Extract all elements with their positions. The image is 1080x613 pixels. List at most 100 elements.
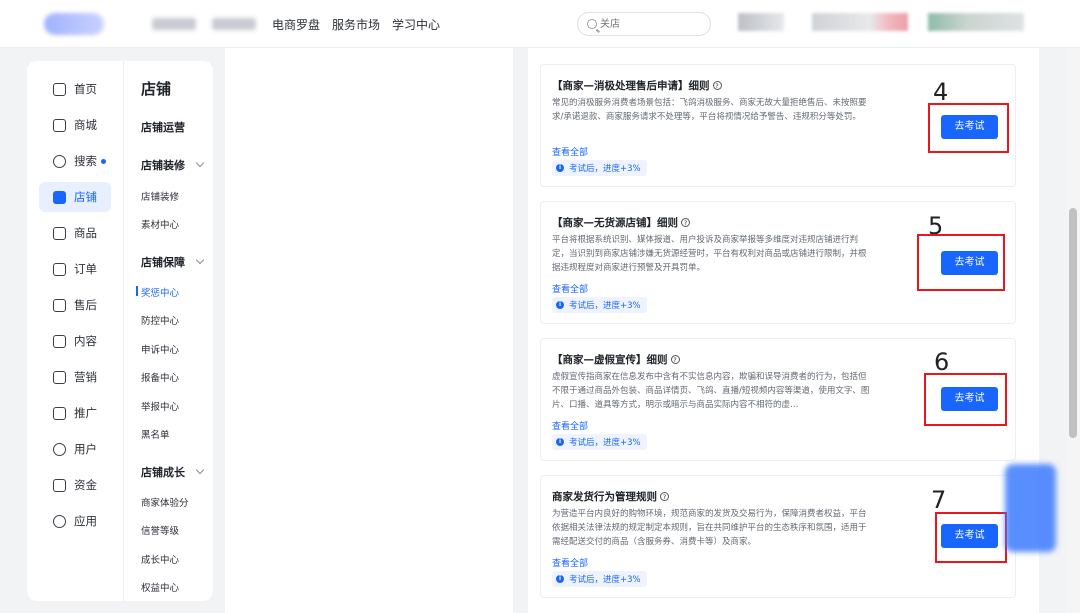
card-description: 为营造平台内良好的购物环境，规范商家的发货及交易行为，保障消费者权益，平台依据相… — [552, 509, 867, 547]
blurred-nav-link[interactable] — [212, 18, 256, 30]
subnav-item-appeal[interactable]: 申诉中心 — [141, 342, 179, 356]
sidebar-item-label: 推广 — [74, 406, 97, 420]
subnav-item-filing[interactable]: 报备中心 — [141, 370, 179, 384]
notification-dot — [101, 158, 106, 164]
take-exam-button[interactable]: 去考试 — [941, 387, 998, 411]
promotion-icon — [53, 406, 66, 420]
sidebar-item-label: 营销 — [74, 370, 97, 384]
take-exam-button[interactable]: 去考试 — [941, 524, 998, 548]
sidebar-item-shop[interactable]: 店铺 — [39, 182, 111, 212]
card-title: 商家发货行为管理规则? — [552, 489, 669, 504]
sidebar-item-label: 售后 — [74, 298, 97, 312]
subnav-item-risk-control[interactable]: 防控中心 — [141, 313, 179, 327]
sidebar-item-content[interactable]: 内容 — [39, 326, 111, 356]
chevron-down-icon — [195, 255, 205, 265]
marketing-icon — [53, 370, 66, 384]
top-navbar: 电商罗盘 服务市场 学习中心 — [0, 0, 1080, 48]
sidebar-item-label: 内容 — [74, 334, 97, 348]
sidebar-item-product[interactable]: 商品 — [39, 218, 111, 248]
take-exam-button[interactable]: 去考试 — [941, 251, 998, 275]
subnav-item-reward-penalty[interactable]: 奖惩中心 — [141, 285, 179, 299]
subnav-item-shop-decoration[interactable]: 店铺装修 — [141, 189, 179, 203]
sidebar-item-order[interactable]: 订单 — [39, 254, 111, 284]
help-icon[interactable]: ? — [712, 81, 722, 90]
sidebar-item-label: 资金 — [74, 478, 97, 492]
product-icon — [53, 226, 66, 240]
home-icon — [53, 82, 66, 96]
subnav-group-shop-decoration[interactable]: 店铺装修 — [141, 157, 205, 173]
subnav-item-blacklist[interactable]: 黑名单 — [141, 427, 170, 441]
sidebar-item-promotion[interactable]: 推广 — [39, 398, 111, 428]
active-indicator — [136, 286, 138, 296]
nav-link-compass[interactable]: 电商罗盘 — [272, 16, 320, 33]
blurred-nav-link[interactable] — [152, 18, 196, 30]
info-icon: i — [556, 301, 564, 309]
sidebar-item-label: 用户 — [74, 442, 97, 456]
blank-panel — [225, 48, 513, 613]
funds-icon — [53, 478, 66, 492]
sidebar-item-label: 商城 — [74, 118, 97, 132]
subnav-item-growth-center[interactable]: 成长中心 — [141, 552, 179, 566]
sub-nav: 店铺 店铺运营 店铺装修 店铺装修 素材中心 店铺保障 奖惩中心 防控中心 申诉… — [123, 61, 213, 601]
nav-link-service-market[interactable]: 服务市场 — [332, 16, 380, 33]
nav-link-learning-center[interactable]: 学习中心 — [392, 16, 440, 33]
take-exam-button[interactable]: 去考试 — [941, 115, 998, 139]
sidebar-item-marketing[interactable]: 营销 — [39, 362, 111, 392]
annotation-number: 7 — [931, 486, 947, 514]
card-description: 虚假宣传指商家在信息发布中含有不实信息内容，欺骗和误导消费者的行为，包括但不限于… — [552, 372, 870, 410]
chevron-down-icon — [195, 158, 205, 168]
logo[interactable] — [44, 13, 104, 35]
progress-badge: i 考试后，进度+3% — [552, 571, 647, 587]
user-icon — [53, 442, 66, 456]
blurred-header-item[interactable] — [812, 13, 908, 31]
search-input[interactable] — [600, 16, 700, 32]
sidebar-item-label: 首页 — [74, 82, 97, 96]
chevron-down-icon — [195, 465, 205, 475]
search-icon — [53, 154, 66, 168]
search-icon — [587, 19, 597, 29]
content-icon — [53, 334, 66, 348]
subnav-item-experience-score[interactable]: 商家体验分 — [141, 495, 189, 509]
subnav-group-shop-operation[interactable]: 店铺运营 — [141, 119, 185, 135]
subnav-item-material-center[interactable]: 素材中心 — [141, 217, 179, 231]
view-all-link[interactable]: 查看全部 — [552, 282, 588, 295]
sidebar-item-search[interactable]: 搜索 — [39, 146, 111, 176]
view-all-link[interactable]: 查看全部 — [552, 419, 588, 432]
card-title: 【商家—消极处理售后申请】细则? — [552, 78, 722, 93]
blurred-header-item[interactable] — [738, 13, 784, 31]
sidebar-item-apps[interactable]: 应用 — [39, 506, 111, 536]
card-title: 【商家—虚假宣传】细则? — [552, 352, 680, 367]
view-all-link[interactable]: 查看全部 — [552, 145, 588, 158]
subnav-title: 店铺 — [141, 80, 172, 98]
subnav-group-shop-growth[interactable]: 店铺成长 — [141, 464, 205, 480]
sidebar-item-home[interactable]: 首页 — [39, 74, 111, 104]
sidebar-item-funds[interactable]: 资金 — [39, 470, 111, 500]
search-box[interactable] — [577, 12, 711, 36]
help-icon[interactable]: ? — [660, 492, 669, 501]
sidebar-item-mall[interactable]: 商城 — [39, 110, 111, 140]
shop-icon — [53, 190, 66, 204]
annotation-number: 4 — [933, 78, 949, 106]
subnav-item-rights-center[interactable]: 权益中心 — [141, 580, 179, 594]
scrollbar-thumb[interactable] — [1069, 208, 1077, 438]
sidebar-item-label: 搜索 — [74, 154, 97, 168]
subnav-item-credit-level[interactable]: 信誉等级 — [141, 523, 179, 537]
sidebar-item-aftersale[interactable]: 售后 — [39, 290, 111, 320]
view-all-link[interactable]: 查看全部 — [552, 556, 588, 569]
subnav-item-report[interactable]: 举报中心 — [141, 399, 179, 413]
floating-help-button[interactable] — [1005, 464, 1056, 552]
apps-icon — [53, 514, 66, 528]
annotation-number: 6 — [934, 348, 950, 376]
blurred-user-account[interactable] — [928, 13, 1024, 31]
sidebar-item-label: 店铺 — [74, 190, 97, 204]
subnav-group-shop-guarantee[interactable]: 店铺保障 — [141, 254, 205, 270]
progress-badge: i 考试后，进度+3% — [552, 160, 647, 176]
sidebar-item-label: 应用 — [74, 514, 97, 528]
sidebar-item-user[interactable]: 用户 — [39, 434, 111, 464]
sidebar-item-label: 商品 — [74, 226, 97, 240]
card-description: 平台将根据系统识别、媒体报道、用户投诉及商家举报等多维度对违规店铺进行判定，当识… — [552, 235, 867, 273]
help-icon[interactable]: ? — [681, 218, 690, 227]
progress-badge: i 考试后，进度+3% — [552, 434, 647, 450]
info-icon: i — [556, 575, 564, 583]
help-icon[interactable]: ? — [670, 355, 680, 364]
